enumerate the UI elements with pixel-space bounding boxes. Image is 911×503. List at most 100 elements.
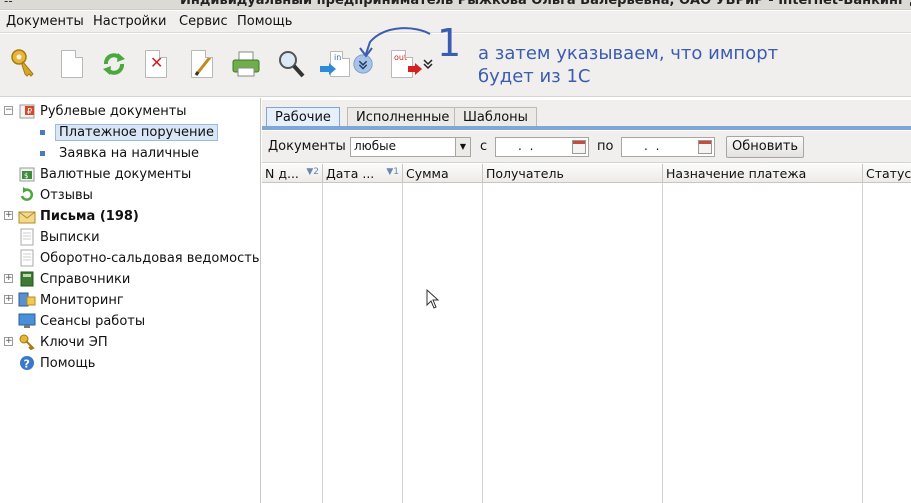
tree-item-label: Письма (198): [40, 208, 139, 224]
tree-item-letters[interactable]: + Письма (198): [4, 206, 139, 226]
column-divider: [482, 183, 483, 503]
new-document-button[interactable]: [56, 46, 88, 82]
calendar-icon[interactable]: [572, 140, 586, 154]
sort-icon: ▼1: [386, 167, 399, 177]
svg-text:?: ?: [24, 358, 30, 371]
tree-item-label: Заявка на наличные: [59, 145, 199, 161]
column-header-recipient[interactable]: Получатель: [483, 164, 663, 183]
column-divider: [862, 183, 863, 503]
expand-toggle-icon[interactable]: +: [4, 295, 13, 304]
svg-text:₽: ₽: [27, 107, 32, 116]
tree-item-label: Валютные документы: [40, 166, 192, 182]
column-header-amount[interactable]: Сумма: [403, 164, 483, 183]
date-to-field[interactable]: . .: [621, 137, 715, 157]
search-button[interactable]: [275, 46, 307, 82]
column-header-number[interactable]: N д... ▼2: [262, 164, 323, 183]
collapse-toggle-icon[interactable]: −: [4, 106, 13, 115]
mouse-cursor-icon: [426, 289, 440, 309]
print-icon: [232, 51, 260, 77]
expand-toggle-icon[interactable]: +: [4, 337, 13, 346]
key-icon: [11, 49, 34, 77]
tree-item-label: Мониторинг: [40, 292, 124, 308]
chevron-down-icon[interactable]: ▼: [455, 138, 470, 156]
window-title: Индивидуальный предприниматель Рыжкова О…: [180, 0, 911, 8]
refresh-icon: [103, 53, 125, 75]
delete-button[interactable]: ✕: [140, 46, 172, 82]
new-document-icon: [61, 50, 83, 78]
column-header-purpose[interactable]: Назначение платежа: [663, 164, 863, 183]
tree-item-label: Ключи ЭП: [40, 334, 108, 350]
menu-service[interactable]: Сервис: [179, 14, 228, 29]
refresh-list-button[interactable]: Обновить: [726, 136, 805, 158]
tree-item-help[interactable]: ? Помощь: [18, 353, 95, 373]
date-from-field[interactable]: . .: [495, 137, 589, 157]
help-icon: ?: [18, 354, 36, 372]
documents-table: N д... ▼2 Дата ... ▼1 Сумма Получатель Наз…: [262, 164, 911, 503]
tab-templates[interactable]: Шаблоны: [454, 107, 537, 127]
sort-icon: ▼2: [306, 167, 319, 177]
date-from-label: с: [480, 139, 488, 154]
tree-item-sessions[interactable]: Сеансы работы: [18, 311, 145, 331]
tree-item-revocations[interactable]: Отзывы: [18, 185, 93, 205]
svg-text:$: $: [24, 172, 28, 180]
tree-item-label: Сеансы работы: [40, 313, 146, 329]
tree-item-keys[interactable]: + Ключи ЭП: [4, 332, 108, 352]
monitoring-icon: [18, 291, 36, 309]
tree-item-label: Платежное поручение: [55, 123, 218, 141]
tree-item-label: Рублевые документы: [40, 103, 187, 119]
tree-item-directories[interactable]: + Справочники: [4, 269, 130, 289]
date-from-value: . .: [518, 139, 536, 153]
tab-executed[interactable]: Исполненные: [347, 107, 459, 127]
table-header: N д... ▼2 Дата ... ▼1 Сумма Получатель Наз…: [262, 164, 911, 183]
tab-strip: [262, 126, 911, 130]
search-icon: [279, 51, 305, 78]
key-icon: [18, 333, 36, 351]
delete-icon: ✕: [145, 50, 167, 78]
revoke-icon: [18, 186, 36, 204]
menu-help[interactable]: Помощь: [237, 14, 292, 29]
tree-item-label: Оборотно-сальдовая ведомость: [40, 250, 260, 266]
date-to-label: по: [597, 139, 614, 154]
tree-item-ruble-documents[interactable]: − ₽ Рублевые документы: [4, 101, 187, 121]
refresh-button[interactable]: [98, 46, 130, 82]
import-arrow-icon: [320, 63, 336, 75]
tree-item-payment-order[interactable]: Платежное поручение: [40, 122, 218, 142]
filter-bar: Документы любые ▼ с . . по . . Обновить: [262, 131, 911, 163]
column-header-status[interactable]: Статус: [863, 164, 911, 183]
monitor-icon: [18, 312, 36, 330]
column-header-date[interactable]: Дата ... ▼1: [323, 164, 403, 183]
tree-item-turnover-balance[interactable]: Оборотно-сальдовая ведомость: [18, 248, 259, 268]
documents-filter-label: Документы: [268, 139, 346, 154]
date-to-value: . .: [644, 139, 662, 153]
tree-item-currency-documents[interactable]: $ Валютные документы: [18, 164, 191, 184]
tab-working[interactable]: Рабочие: [266, 107, 340, 128]
documents-filter-select[interactable]: любые ▼: [350, 137, 471, 157]
expand-toggle-icon[interactable]: +: [4, 211, 13, 220]
edit-button[interactable]: [186, 46, 218, 82]
tree-item-monitoring[interactable]: + Мониторинг: [4, 290, 124, 310]
expand-toggle-icon[interactable]: +: [4, 274, 13, 283]
print-button[interactable]: [230, 46, 262, 82]
column-divider: [402, 183, 403, 503]
column-divider: [322, 183, 323, 503]
window-titlebar: -- Индивидуальный предприниматель Рыжков…: [0, 0, 911, 10]
import-button[interactable]: in: [320, 46, 352, 82]
tree-item-statements[interactable]: Выписки: [18, 227, 100, 247]
menu-settings[interactable]: Настройки: [93, 14, 166, 29]
envelope-icon: [18, 207, 36, 225]
menu-documents[interactable]: Документы: [6, 14, 84, 29]
tree-item-cash-request[interactable]: Заявка на наличные: [40, 143, 199, 163]
annotation-arrow: [359, 27, 431, 58]
bullet-icon: [40, 150, 45, 156]
bullet-icon: [40, 129, 45, 135]
window-menu-dash[interactable]: --: [4, 0, 13, 8]
tree-item-label: Справочники: [40, 271, 131, 287]
currency-folder-icon: $: [18, 165, 36, 183]
calendar-icon[interactable]: [698, 140, 712, 154]
statement-icon: [18, 228, 36, 246]
panel-splitter[interactable]: [260, 98, 261, 503]
documents-filter-value: любые: [354, 139, 397, 153]
key-button[interactable]: [8, 46, 40, 82]
edit-icon: [191, 50, 213, 78]
tree-item-label: Выписки: [40, 229, 100, 245]
